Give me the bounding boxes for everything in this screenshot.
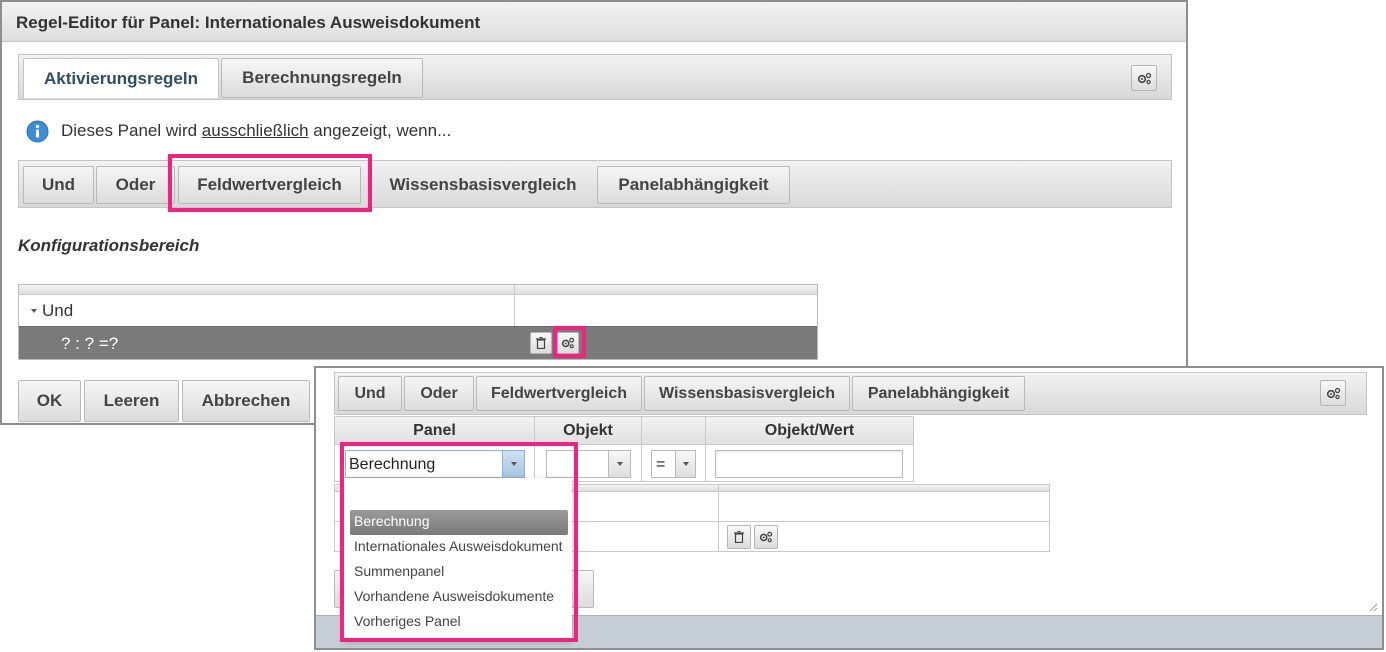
trash-icon xyxy=(734,531,744,543)
column-header-panel: Panel xyxy=(334,416,535,445)
column-header-operator xyxy=(641,416,706,445)
abbrechen-button[interactable]: Abbrechen xyxy=(182,380,310,422)
info-text-suffix: angezeigt, wenn... xyxy=(308,121,452,140)
section-title: Konfigurationsbereich xyxy=(18,236,200,255)
wissensbasisvergleich-button-label: Wissensbasisvergleich xyxy=(389,175,577,194)
popup-rule-toolbar: Und Oder Feldwertvergleich Wissensbasisv… xyxy=(334,372,1367,415)
column-header-objekt: Objekt xyxy=(534,416,642,445)
objekt-select[interactable] xyxy=(546,450,631,478)
tree-column-divider xyxy=(514,285,515,326)
rule-toolbar: Und Oder Feldwertvergleich Wissensbasisv… xyxy=(18,160,1172,208)
rule-tree: Und ? : ? =? xyxy=(18,284,818,360)
operator-select-arrow[interactable] xyxy=(675,451,695,477)
ok-button[interactable]: OK xyxy=(18,380,81,422)
dropdown-option[interactable]: Vorheriges Panel xyxy=(350,610,570,635)
popup-wissensbasisvergleich-label: Wissensbasisvergleich xyxy=(659,384,835,402)
condition-label: ? : ? =? xyxy=(61,334,119,353)
panelabhaengigkeit-button-label: Panelabhängigkeit xyxy=(618,175,769,194)
panel-select[interactable]: Berechnung xyxy=(345,450,525,478)
popup-oder-label: Oder xyxy=(420,384,458,402)
objekt-wert-input[interactable] xyxy=(715,450,903,478)
grid-divider xyxy=(705,445,706,481)
chevron-down-icon xyxy=(682,462,689,466)
dropdown-option[interactable]: Summenpanel xyxy=(350,560,570,585)
column-header-objekt-wert-label: Objekt/Wert xyxy=(764,421,855,439)
popup-feldwertvergleich-label: Feldwertvergleich xyxy=(490,384,628,402)
objekt-select-arrow[interactable] xyxy=(608,451,630,477)
popup-und-label: Und xyxy=(354,384,386,402)
und-button[interactable]: Und xyxy=(23,166,94,204)
dropdown-option[interactable]: Internationales Ausweisdokument xyxy=(350,535,570,560)
operator-select-value: = xyxy=(656,456,666,473)
popup-panelabhaengigkeit-label: Panelabhängigkeit xyxy=(867,384,1010,402)
gears-icon xyxy=(1137,72,1151,84)
grid-divider xyxy=(641,445,642,481)
feldwertvergleich-button-label: Feldwertvergleich xyxy=(197,175,342,194)
ok-button-label: OK xyxy=(36,391,63,410)
popup-tree-divider xyxy=(718,485,719,551)
tab-label: Berechnungsregeln xyxy=(242,68,402,87)
gears-icon xyxy=(1326,387,1340,399)
trash-icon xyxy=(536,337,546,349)
panel-select-value: Berechnung xyxy=(349,456,436,473)
tree-root-label: Und xyxy=(42,301,74,320)
und-button-label: Und xyxy=(41,175,76,194)
feldwertvergleich-button[interactable]: Feldwertvergleich xyxy=(178,166,361,204)
tab-bar: Aktivierungsregeln Berechnungsregeln xyxy=(18,54,1172,100)
info-icon xyxy=(26,120,49,142)
popup-panelabhaengigkeit-button[interactable]: Panelabhängigkeit xyxy=(852,376,1025,411)
gears-icon xyxy=(561,337,575,349)
tree-row-condition[interactable]: ? : ? =? xyxy=(19,326,817,359)
operator-select[interactable]: = xyxy=(651,450,696,478)
tree-row-und[interactable]: Und xyxy=(19,296,514,326)
panel-select-arrow[interactable] xyxy=(502,451,524,477)
info-line: Dieses Panel wird ausschließlich angezei… xyxy=(26,119,451,143)
info-text-prefix: Dieses Panel wird xyxy=(61,121,202,140)
column-header-objekt-label: Objekt xyxy=(563,421,613,439)
expand-caret-icon[interactable] xyxy=(31,309,37,313)
dropdown-items: Berechnung Internationales Ausweisdokumen… xyxy=(350,510,570,635)
dropdown-option[interactable]: Vorhandene Ausweisdokumente xyxy=(350,585,570,610)
column-header-panel-label: Panel xyxy=(413,421,456,439)
leeren-button[interactable]: Leeren xyxy=(84,380,179,422)
popup-delete-button[interactable] xyxy=(727,525,751,549)
leeren-button-label: Leeren xyxy=(103,391,160,410)
panelabhaengigkeit-button[interactable]: Panelabhängigkeit xyxy=(597,166,790,204)
window-title: Regel-Editor für Panel: Internationales … xyxy=(16,13,481,32)
popup-und-button[interactable]: Und xyxy=(338,376,402,411)
window-title-bar: Regel-Editor für Panel: Internationales … xyxy=(2,2,1186,42)
popup-feldwertvergleich-button[interactable]: Feldwertvergleich xyxy=(476,376,642,411)
popup-configure-button[interactable] xyxy=(754,525,778,549)
oder-button[interactable]: Oder xyxy=(96,166,175,204)
resize-grip-icon[interactable] xyxy=(1368,602,1378,612)
oder-button-label: Oder xyxy=(115,175,156,194)
popup-wissensbasisvergleich-button[interactable]: Wissensbasisvergleich xyxy=(644,376,850,411)
comparison-grid: Panel Objekt Objekt/Wert Berechnung = xyxy=(334,416,914,482)
delete-button[interactable] xyxy=(530,332,552,354)
wissensbasisvergleich-button[interactable]: Wissensbasisvergleich xyxy=(371,166,595,204)
configure-button[interactable] xyxy=(557,332,579,354)
popup-oder-button[interactable]: Oder xyxy=(404,376,474,411)
rule-editor-window: Regel-Editor für Panel: Internationales … xyxy=(0,0,1188,425)
panel-dropdown-list: Berechnung Internationales Ausweisdokumen… xyxy=(344,478,572,640)
chevron-down-icon xyxy=(616,462,623,466)
abbrechen-button-label: Abbrechen xyxy=(201,391,291,410)
column-header-objekt-wert: Objekt/Wert xyxy=(705,416,914,445)
tree-header xyxy=(19,285,817,295)
dropdown-option[interactable]: Berechnung xyxy=(350,510,568,535)
settings-button[interactable] xyxy=(1131,65,1157,91)
gears-icon xyxy=(759,531,773,543)
tab-aktivierungsregeln[interactable]: Aktivierungsregeln xyxy=(23,58,219,98)
popup-settings-button[interactable] xyxy=(1320,380,1346,406)
info-text-link: ausschließlich xyxy=(201,121,309,140)
chevron-down-icon xyxy=(510,462,517,466)
grid-divider xyxy=(534,445,535,481)
tab-label: Aktivierungsregeln xyxy=(44,68,198,88)
tab-berechnungsregeln[interactable]: Berechnungsregeln xyxy=(221,58,423,98)
